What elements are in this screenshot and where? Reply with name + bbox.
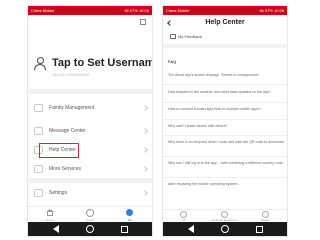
divider <box>163 119 287 120</box>
chevron-right-icon <box>142 147 148 153</box>
menu-message-center[interactable]: Message Center <box>28 124 152 138</box>
services-icon <box>34 165 43 173</box>
avatar-icon[interactable] <box>34 57 46 71</box>
wifi-icon <box>221 211 228 218</box>
section-divider <box>28 89 152 94</box>
home-nav-icon[interactable] <box>86 225 94 233</box>
bottom-tab-bar: Home Smart Me <box>28 206 152 223</box>
smart-icon <box>86 209 94 217</box>
help-tab-bar: All Network Diagnosis Report <box>163 209 287 223</box>
header: Help Center <box>163 15 287 31</box>
status-right: 46 57% 10:28 <box>259 8 284 13</box>
help-center-highlight <box>39 143 79 158</box>
back-icon[interactable] <box>187 225 195 233</box>
menu-more-services[interactable]: More Services <box>28 162 152 176</box>
chevron-right-icon <box>142 190 148 196</box>
divider <box>163 84 287 85</box>
faq-item[interactable]: Why can't I share device with others? <box>168 124 284 129</box>
status-bar: China Mobile 46 57% 10:28 <box>163 6 287 15</box>
faq-item[interactable]: How to connect a smart light bulb to mul… <box>168 107 284 112</box>
username-label[interactable]: Tap to Set Username <box>52 57 152 69</box>
android-nav-bar <box>163 222 287 236</box>
home-icon <box>34 104 43 112</box>
page-title: Help Center <box>205 19 245 26</box>
me-screen: China Mobile 46 57% 10:28 Tap to Set Use… <box>27 5 153 237</box>
faq-item[interactable]: How frequent is the weather and other da… <box>168 90 284 95</box>
report-icon <box>262 211 269 218</box>
user-icon <box>126 209 133 216</box>
user-id: Set UID 0900000000 <box>52 72 90 77</box>
section-divider <box>163 44 287 48</box>
faq-item[interactable]: Why can I still log in to the app... eve… <box>168 161 284 166</box>
faq-heading: FAQ <box>168 59 177 64</box>
tab-me[interactable]: Me <box>110 209 150 222</box>
divider <box>163 156 287 157</box>
menu-label: Family Management <box>49 105 95 111</box>
menu-label: More Services <box>49 166 81 172</box>
status-right: 46 57% 10:28 <box>124 8 149 13</box>
feedback-icon <box>170 34 176 39</box>
faq-item[interactable]: The Alexa app's screen displays "Device … <box>168 73 284 78</box>
menu-label: Message Center <box>49 128 86 134</box>
chevron-right-icon <box>142 105 148 111</box>
android-nav-bar <box>28 222 152 236</box>
menu-label: Settings <box>49 190 68 196</box>
carrier-text: China Mobile <box>31 8 55 13</box>
menu-settings[interactable]: Settings <box>28 186 152 200</box>
help-center-screen: China Mobile 46 57% 10:28 Help Center My… <box>162 5 288 237</box>
status-bar: China Mobile 46 57% 10:28 <box>28 6 152 15</box>
menu-family-management[interactable]: Family Management <box>28 101 152 115</box>
all-icon <box>180 211 187 218</box>
carrier-text: China Mobile <box>166 8 190 13</box>
tab-smart[interactable]: Smart <box>70 209 110 222</box>
back-icon[interactable] <box>52 225 60 233</box>
tab-home[interactable]: Home <box>30 209 70 222</box>
home-nav-icon[interactable] <box>221 225 229 233</box>
feedback-label: My Feedback <box>178 34 203 39</box>
recent-apps-icon[interactable] <box>120 225 128 233</box>
chevron-right-icon <box>142 128 148 134</box>
section-divider <box>28 178 152 183</box>
divider <box>163 135 287 136</box>
home-icon <box>46 209 54 216</box>
chevron-right-icon <box>142 166 148 172</box>
divider <box>163 177 287 178</box>
faq-item[interactable]: After replacing the mobile operating sys… <box>168 182 284 187</box>
message-icon <box>34 127 43 135</box>
divider <box>163 102 287 103</box>
faq-item[interactable]: Why there is no respond when I scan and … <box>168 140 284 145</box>
recent-apps-icon[interactable] <box>255 225 263 233</box>
settings-icon <box>34 189 43 197</box>
scan-icon[interactable] <box>140 19 146 25</box>
my-feedback-link[interactable]: My Feedback <box>170 34 202 39</box>
